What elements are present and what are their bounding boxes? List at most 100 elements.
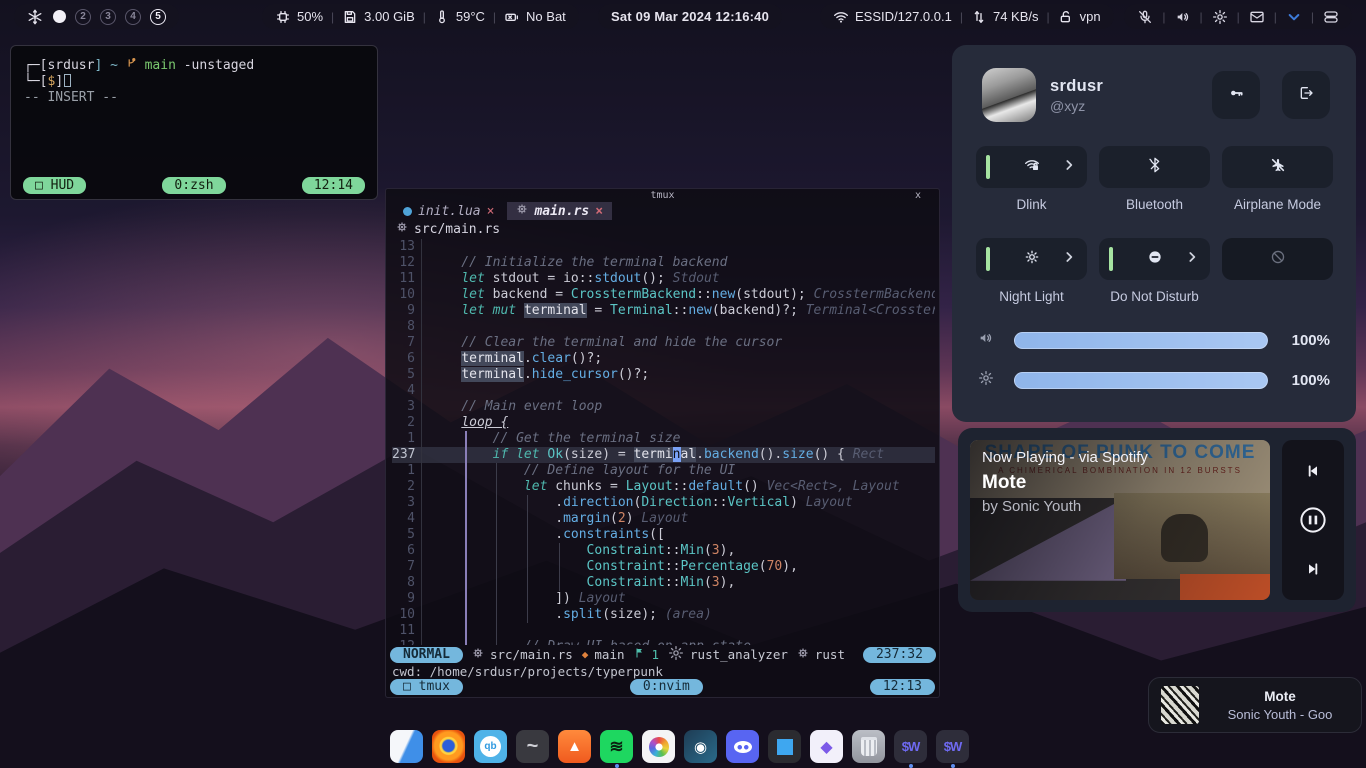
indent-guide <box>465 431 467 645</box>
line-number: 13 <box>392 239 422 255</box>
notification-title: Mote <box>1211 689 1349 704</box>
cpu-icon <box>275 9 291 25</box>
indent-guide <box>527 495 528 623</box>
notification-toast[interactable]: Mote Sonic Youth - Goo <box>1148 677 1362 733</box>
terminal-output: ┌─[srdusr] ~ main -unstaged └─[$] -- INS… <box>11 46 377 117</box>
quick-toggle-night-light[interactable] <box>976 238 1087 280</box>
dock-steam[interactable]: ◉ <box>684 730 717 763</box>
line-number: 5 <box>392 367 422 383</box>
avatar <box>982 68 1036 122</box>
chevron-down-icon[interactable] <box>1286 9 1302 25</box>
dock-spotify[interactable]: ≋ <box>600 730 633 763</box>
filetype-icon <box>797 647 809 662</box>
stat-memory: 3.00 GiB <box>342 9 415 25</box>
divider: | <box>960 10 963 24</box>
blocked-icon <box>1270 249 1286 270</box>
tab-close-icon[interactable]: × <box>595 204 603 219</box>
code-line: 8 <box>392 319 935 335</box>
code-line: 1 // Define layout for the UI <box>392 463 935 479</box>
line-number: 7 <box>392 559 422 575</box>
keyring-button[interactable] <box>1212 71 1260 119</box>
line-number: 10 <box>392 287 422 303</box>
cursor-position-badge: 237:32 <box>863 647 936 663</box>
volume-slider[interactable] <box>1014 332 1268 349</box>
window-close-button[interactable]: x <box>915 190 921 201</box>
dock-media-app[interactable]: ~ <box>516 730 549 763</box>
dock-qbittorrent[interactable]: qb <box>474 730 507 763</box>
code-line: 3 .direction(Direction::Vertical) Layout <box>392 495 935 511</box>
quick-toggle-bluetooth[interactable] <box>1099 146 1210 188</box>
mic-slash-icon[interactable] <box>1137 9 1153 25</box>
clock: Sat 09 Mar 2024 12:16:40 <box>598 4 782 29</box>
line-number: 8 <box>392 575 422 591</box>
dock-firefox[interactable] <box>432 730 465 763</box>
dock-files[interactable] <box>390 730 423 763</box>
terminal-window[interactable]: ┌─[srdusr] ~ main -unstaged └─[$] -- INS… <box>10 45 378 200</box>
dock-obsidian[interactable]: ◆ <box>810 730 843 763</box>
quick-toggle-label: Bluetooth <box>1099 197 1210 212</box>
tab-init-lua[interactable]: init.lua × <box>394 202 503 220</box>
code-line: 4 <box>392 383 935 399</box>
line-number: 5 <box>392 527 422 543</box>
rust-icon <box>472 647 484 662</box>
divider: | <box>1274 10 1277 24</box>
brightness-slider[interactable] <box>1014 372 1268 389</box>
tab-main-rs[interactable]: main.rs × <box>507 202 612 220</box>
volume-icon <box>978 330 1000 351</box>
dock-vlc[interactable]: ▲ <box>558 730 591 763</box>
quick-toggle-airplane-mode[interactable] <box>1222 146 1333 188</box>
system-stats-group: 50%|3.00 GiB|59°C|No Bat <box>262 4 579 29</box>
code-line: 10 .split(size); (area) <box>392 607 935 623</box>
active-indicator <box>986 155 990 179</box>
diagnostic-flag-icon <box>634 647 646 662</box>
previous-track-button[interactable] <box>1305 463 1321 479</box>
code-line: 11 <box>392 623 935 639</box>
line-number: 12 <box>392 255 422 271</box>
net-lock-open: vpn <box>1058 9 1101 25</box>
album-art: SHAPE OF PUNK TO COME A CHIMERICAL BOMBI… <box>970 440 1270 600</box>
code-line: 12 // Draw UI based on app state <box>392 639 935 645</box>
logout-button[interactable] <box>1282 71 1330 119</box>
quick-toggle-dlink[interactable] <box>976 146 1087 188</box>
code-line: 13 <box>392 239 935 255</box>
mail-icon[interactable] <box>1249 9 1265 25</box>
editor-window[interactable]: tmux x init.lua × main.rs × src/main.rs … <box>385 188 940 698</box>
quick-toggle-do-not-disturb[interactable] <box>1099 238 1210 280</box>
workspace-2[interactable]: 2 <box>75 9 91 25</box>
code-line: 8 Constraint::Min(3), <box>392 575 935 591</box>
divider: | <box>1162 10 1165 24</box>
workspace-5[interactable]: 5 <box>150 9 166 25</box>
tab-close-icon[interactable]: × <box>487 204 495 219</box>
divider: | <box>1311 10 1314 24</box>
line-number: 10 <box>392 607 422 623</box>
quick-toggle-blocked[interactable] <box>1222 238 1333 280</box>
line-number: 6 <box>392 351 422 367</box>
workspace-3[interactable]: 3 <box>100 9 116 25</box>
prompt-line-1: ┌─[srdusr] ~ main -unstaged <box>24 57 364 74</box>
chevron-right-icon[interactable] <box>1061 157 1077 178</box>
gear-icon[interactable] <box>1212 9 1228 25</box>
dock-vscode[interactable] <box>768 730 801 763</box>
speaker-icon[interactable] <box>1175 9 1191 25</box>
volume-value: 100% <box>1282 332 1330 349</box>
dock-photos[interactable] <box>642 730 675 763</box>
git-icon: ◆ <box>582 648 589 661</box>
chevron-right-icon[interactable] <box>1061 249 1077 270</box>
code-line: 5 terminal.hide_cursor()?; <box>392 367 935 383</box>
line-number: 2 <box>392 415 422 431</box>
logout-icon <box>1298 85 1314 106</box>
notification-album-thumb <box>1161 686 1199 724</box>
pause-button[interactable] <box>1298 505 1328 535</box>
dock-sw-app-2[interactable]: $W <box>936 730 969 763</box>
dock-trash[interactable] <box>852 730 885 763</box>
next-track-button[interactable] <box>1305 561 1321 577</box>
dock-icon[interactable] <box>1323 9 1339 25</box>
code-editor[interactable]: 1312 // Initialize the terminal backend1… <box>392 239 935 645</box>
workspace-4[interactable]: 4 <box>125 9 141 25</box>
dock-sw-app-1[interactable]: $W <box>894 730 927 763</box>
workspace-1[interactable] <box>53 10 66 23</box>
inlay-hint: (area) <box>665 607 712 622</box>
chevron-right-icon[interactable] <box>1184 249 1200 270</box>
active-indicator <box>1109 247 1113 271</box>
dock-discord[interactable] <box>726 730 759 763</box>
